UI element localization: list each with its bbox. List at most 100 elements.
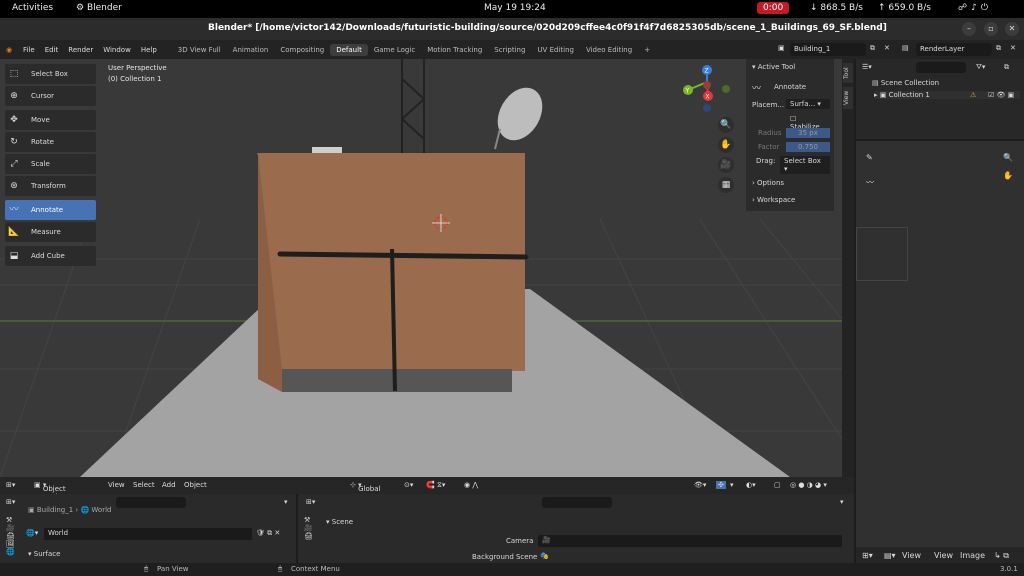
view-layer-selector[interactable]: RenderLayer [916, 43, 992, 56]
tab-scripting[interactable]: Scripting [488, 44, 531, 56]
delete-view-layer-icon[interactable]: ✕ [1010, 44, 1016, 52]
snap-icon[interactable]: 🧲 ⧖▾ [426, 481, 445, 490]
visibility-icon[interactable]: 👁▾ [694, 481, 706, 489]
active-tool-header[interactable]: ▾ Active Tool [752, 63, 795, 71]
new-view-layer-icon[interactable]: ⧉ [996, 44, 1001, 53]
header-menu-view[interactable]: View [108, 481, 125, 489]
surface-panel[interactable]: ▾ Surface [28, 550, 60, 558]
tool-measure[interactable]: 📐 Measure [5, 222, 96, 242]
sample-tool-icon[interactable]: ✎ [866, 153, 873, 162]
record-timer[interactable]: 0:00 [757, 2, 790, 14]
tab-motion-tracking[interactable]: Motion Tracking [421, 44, 488, 56]
tab-default[interactable]: Default [330, 43, 368, 56]
tool-select-box[interactable]: ⬚ Select Box [5, 64, 96, 84]
tab-uv-editing[interactable]: UV Editing [531, 44, 580, 56]
zoom-icon[interactable]: 🔍 [718, 117, 734, 133]
gizmo-toggle-icon[interactable]: ✣ [716, 481, 726, 489]
workspace-panel[interactable]: › Workspace [752, 196, 795, 204]
menu-file[interactable]: File [18, 46, 40, 54]
tool-transform[interactable]: ⊛ Transform [5, 176, 96, 196]
pivot-icon[interactable]: ⊙▾ [404, 481, 413, 489]
editor-type-icon[interactable]: ⊞▾ [6, 481, 15, 489]
header-menu-object[interactable]: Object [184, 481, 207, 489]
scene-collection-row[interactable]: ▤ Scene Collection [872, 79, 939, 87]
camera-view-icon[interactable]: 🎥 [718, 157, 734, 173]
props-right-options-icon[interactable]: ▾ [840, 498, 844, 506]
tab-animation[interactable]: Animation [227, 44, 275, 56]
outliner-search-input[interactable] [916, 62, 966, 73]
world-selector-icon[interactable]: 🌐▾ [26, 529, 38, 537]
annotate-tool-icon[interactable]: 〰 [866, 177, 874, 188]
world-actions-icons[interactable]: 🛡 ⧉ ✕ [256, 529, 280, 538]
transform-orientation[interactable]: ⊹ Global ▾ [350, 481, 380, 493]
tab-video-editing[interactable]: Video Editing [580, 44, 638, 56]
navigation-gizmo[interactable]: Z Y X [683, 65, 730, 112]
menu-help[interactable]: Help [136, 46, 162, 54]
props-editor-type-icon[interactable]: ⊞▾ [6, 498, 15, 506]
tool-move[interactable]: ✥ Move [5, 110, 96, 130]
props-options-icon[interactable]: ▾ [284, 498, 288, 506]
tool-add-cube[interactable]: ⬓ Add Cube [5, 246, 96, 266]
mode-selector[interactable]: ▣ Object Mode ▾ [34, 481, 66, 501]
menu-window[interactable]: Window [98, 46, 136, 54]
delete-scene-icon[interactable]: ✕ [884, 44, 890, 52]
image-new-icon[interactable]: ↳ ⧉ [994, 551, 1009, 561]
overlay-icon[interactable]: ◐▾ [746, 481, 756, 489]
header-menu-add[interactable]: Add [162, 481, 176, 489]
xray-icon[interactable]: ▢ [774, 481, 781, 489]
image-editor-type-icon[interactable]: ⊞▾ [862, 551, 873, 560]
scene-selector[interactable]: Building_1 [790, 43, 866, 56]
tool-scale[interactable]: ⤢ Scale [5, 154, 96, 174]
tab-view[interactable]: View [843, 87, 853, 109]
placement-dropdown[interactable]: Surfa... ▾ [786, 99, 830, 109]
tab-compositing[interactable]: Compositing [274, 44, 330, 56]
tool-annotate[interactable]: 〰 Annotate [5, 200, 96, 220]
image-canvas[interactable] [856, 227, 908, 281]
exclude-checkbox[interactable]: ☑ 👁 ▣ [988, 91, 1014, 99]
tool-rotate[interactable]: ↻ Rotate [5, 132, 96, 152]
gizmo-dropdown-icon[interactable]: ▾ [730, 481, 734, 489]
drag-dropdown[interactable]: Select Box ▾ [780, 156, 830, 174]
tab-tool[interactable]: Tool [843, 63, 853, 83]
menu-render[interactable]: Render [63, 46, 98, 54]
add-workspace-button[interactable]: + [638, 44, 656, 56]
background-scene-icon[interactable]: 🎭 [540, 552, 549, 560]
ortho-toggle-icon[interactable]: ▦ [718, 177, 734, 193]
image-menu-view-1[interactable]: View [902, 551, 921, 560]
image-mode-icon[interactable]: ▤▾ [884, 551, 896, 560]
blender-logo-icon[interactable]: ◉ [0, 46, 18, 54]
options-panel[interactable]: › Options [752, 179, 784, 187]
collection-1-row[interactable]: ▸ ▣ Collection 1 ⚠ ☑ 👁 ▣ [874, 91, 1020, 99]
props-right-search-input[interactable] [542, 497, 612, 508]
world-field[interactable]: World [44, 528, 252, 540]
tab-3d-view-full[interactable]: 3D View Full [172, 44, 227, 56]
pan-hand-icon[interactable]: ✋ [718, 137, 734, 153]
clock[interactable]: May 19 19:24 [484, 3, 546, 13]
system-menu[interactable]: ☍♪⏻ [958, 3, 992, 13]
props-search-input[interactable] [116, 497, 186, 508]
outliner-editor-icon[interactable]: ☰▾ [862, 63, 872, 71]
maximize-button[interactable]: ▫ [984, 22, 998, 36]
new-collection-icon[interactable]: ⧉ [1004, 63, 1009, 72]
image-pan-hand-icon[interactable]: ✋ [1003, 171, 1013, 180]
close-button[interactable]: ✕ [1005, 22, 1019, 36]
shading-modes[interactable]: ◎ ● ◑ ◕ ▾ [790, 481, 827, 489]
activities-button[interactable]: Activities [12, 3, 53, 13]
tab-game-logic[interactable]: Game Logic [368, 44, 421, 56]
proportional-edit-icon[interactable]: ◉ ⋀ [464, 481, 478, 489]
factor-field[interactable]: 0.750 [786, 142, 830, 152]
radius-field[interactable]: 35 px [786, 128, 830, 138]
filter-icon[interactable]: ⛛▾ [976, 63, 985, 72]
header-menu-select[interactable]: Select [133, 481, 155, 489]
image-zoom-icon[interactable]: 🔍 [1003, 153, 1013, 162]
app-menu[interactable]: ⚙ Blender [76, 3, 122, 13]
menu-edit[interactable]: Edit [40, 46, 64, 54]
image-menu-image[interactable]: Image [960, 551, 985, 560]
image-menu-view-2[interactable]: View [934, 551, 953, 560]
camera-field[interactable]: 🎥 [538, 535, 842, 547]
minimize-button[interactable]: – [962, 22, 976, 36]
props-right-editor-type-icon[interactable]: ⊞▾ [306, 498, 315, 506]
new-scene-icon[interactable]: ⧉ [870, 44, 875, 53]
scene-panel[interactable]: ▾ Scene [326, 518, 353, 526]
tool-cursor[interactable]: ⊕ Cursor [5, 86, 96, 106]
